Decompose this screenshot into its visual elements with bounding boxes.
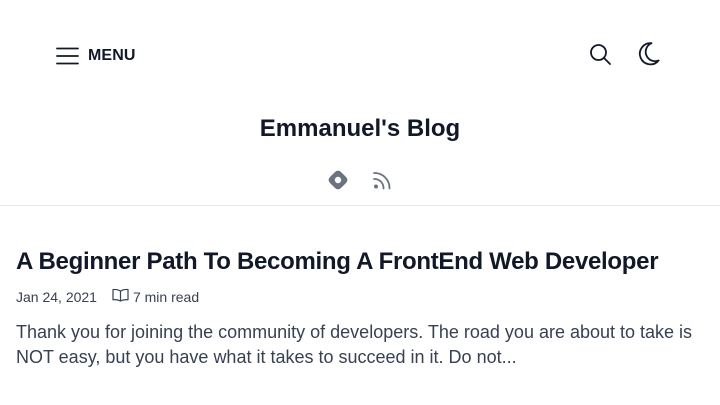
- header-divider: [0, 205, 720, 206]
- menu-button[interactable]: MENU: [56, 44, 136, 68]
- hashnode-icon: [327, 169, 349, 196]
- hashnode-link[interactable]: [327, 169, 349, 196]
- search-button[interactable]: [586, 42, 614, 70]
- read-time: 7 min read: [112, 288, 199, 306]
- post-meta: Jan 24, 2021 7 min read: [16, 288, 704, 306]
- hamburger-icon: [56, 46, 79, 66]
- rss-link[interactable]: [371, 171, 393, 193]
- site-header: MENU: [0, 0, 720, 112]
- post-excerpt: Thank you for joining the community of d…: [16, 322, 693, 367]
- search-icon: [588, 42, 612, 71]
- social-links: [0, 169, 720, 196]
- post-title[interactable]: A Beginner Path To Becoming A FrontEnd W…: [16, 246, 704, 278]
- theme-toggle-button[interactable]: [634, 41, 662, 72]
- blog-title[interactable]: Emmanuel's Blog: [0, 114, 720, 144]
- post-date: Jan 24, 2021: [16, 289, 97, 305]
- moon-icon: [636, 41, 660, 72]
- rss-icon: [371, 169, 393, 196]
- read-time-label: 7 min read: [132, 289, 200, 305]
- menu-label: MENU: [88, 47, 136, 64]
- post-card: A Beginner Path To Becoming A FrontEnd W…: [16, 246, 704, 370]
- book-icon: [112, 288, 129, 306]
